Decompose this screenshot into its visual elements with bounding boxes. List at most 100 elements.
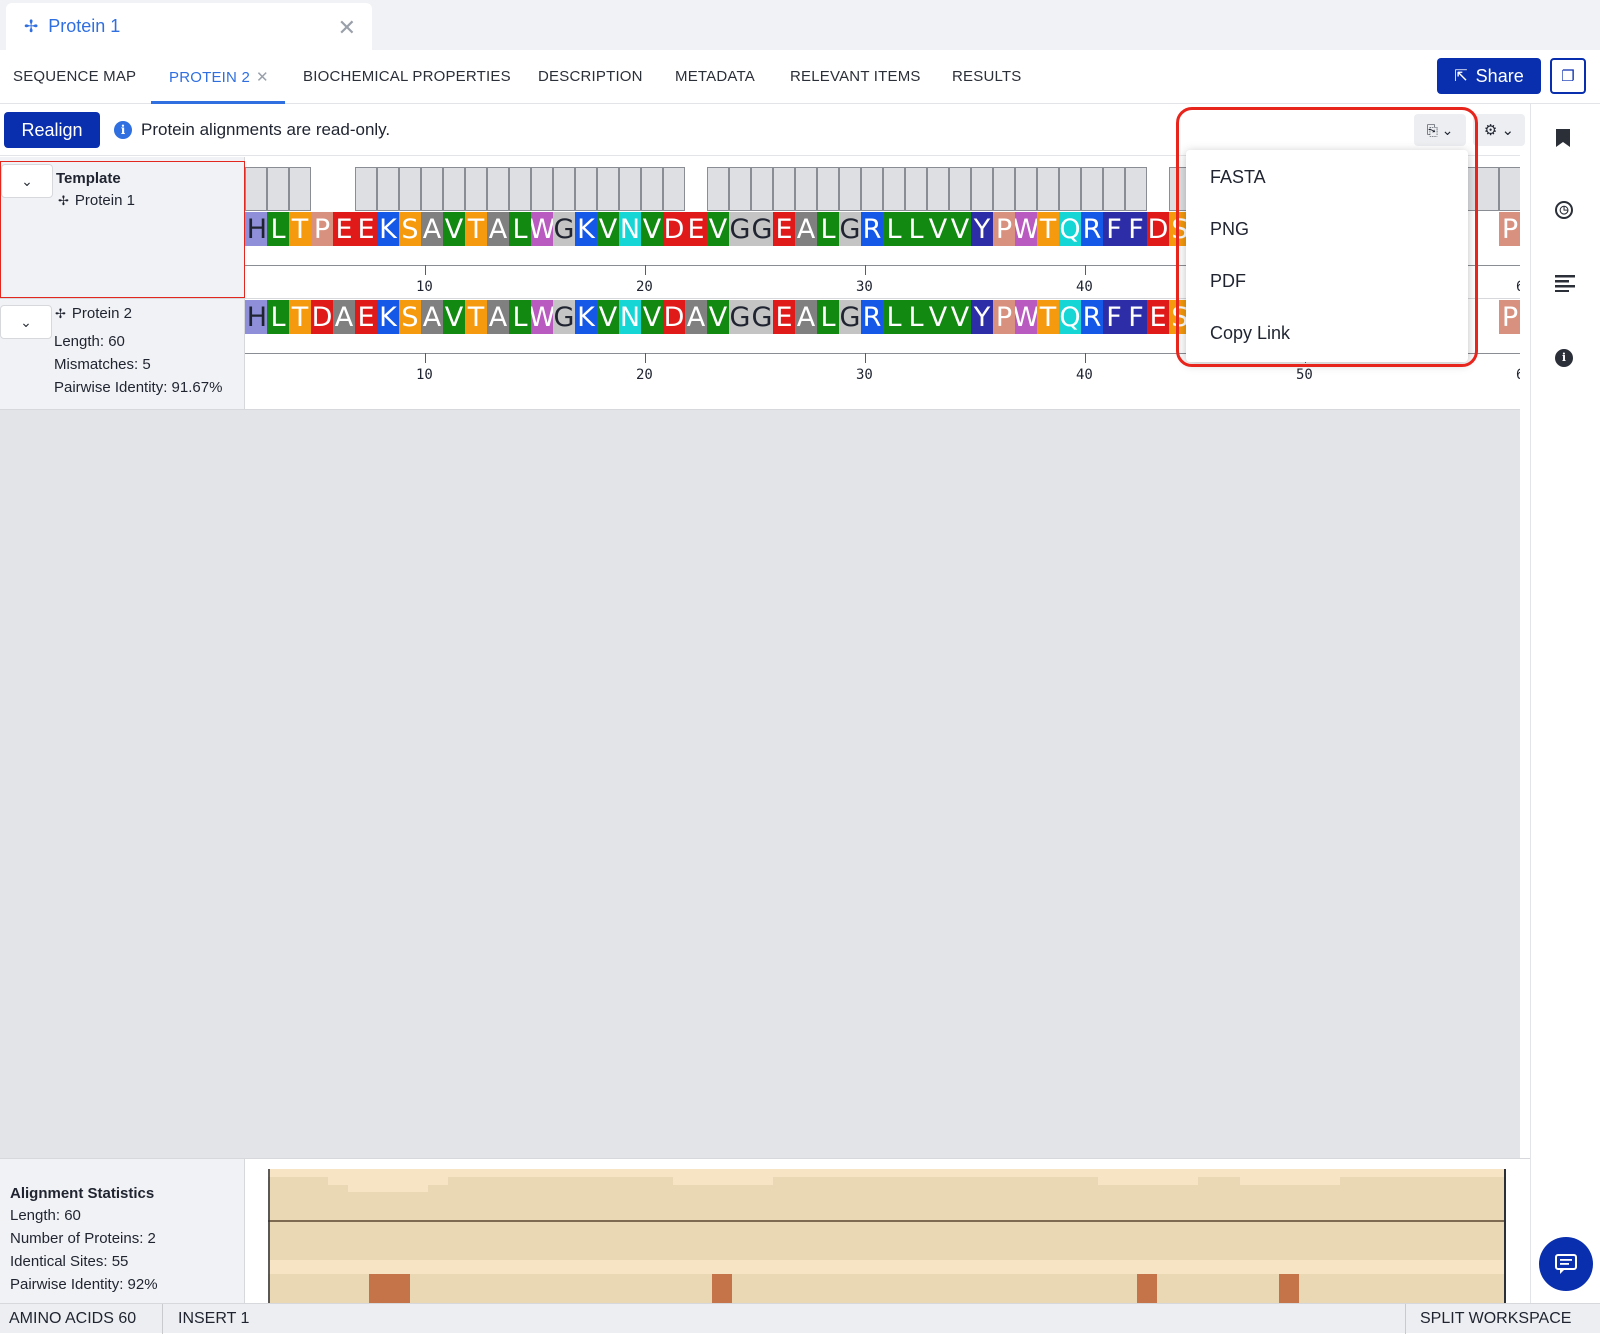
protein2-residue: L bbox=[509, 300, 531, 334]
mismatch-marker bbox=[712, 1274, 732, 1304]
info-icon[interactable]: i bbox=[1555, 349, 1573, 367]
template-protein-name: ✢ Protein 1 bbox=[58, 192, 135, 209]
template-residue: L bbox=[267, 212, 289, 246]
histogram-bar bbox=[927, 167, 949, 211]
template-residue: S bbox=[399, 212, 421, 246]
template-label-panel: ⌄ Template ✢ Protein 1 bbox=[0, 161, 245, 298]
mismatch-marker bbox=[369, 1274, 410, 1304]
protein2-length: Length: 60 bbox=[54, 333, 125, 350]
ruler-tick bbox=[645, 353, 646, 363]
template-residue: V bbox=[707, 212, 729, 246]
template-residue: G bbox=[729, 212, 751, 246]
template-heading: Template bbox=[56, 170, 121, 187]
tab-results[interactable]: RESULTS bbox=[952, 68, 1021, 85]
protein2-residue: F bbox=[1103, 300, 1125, 334]
protein-icon: ✢ bbox=[55, 306, 66, 321]
template-residue: A bbox=[487, 212, 509, 246]
template-residue: A bbox=[795, 212, 817, 246]
copy-icon: ❐ bbox=[1561, 68, 1575, 85]
protein2-residue: E bbox=[355, 300, 377, 334]
histogram-bar bbox=[1015, 167, 1037, 211]
histogram-bar bbox=[399, 167, 421, 211]
view-tabs: SEQUENCE MAP PROTEIN 2 ✕ BIOCHEMICAL PROP… bbox=[0, 50, 1600, 104]
template-residue: E bbox=[355, 212, 377, 246]
histogram-bar bbox=[509, 167, 531, 211]
close-icon[interactable]: ✕ bbox=[256, 69, 269, 86]
template-residue: V bbox=[443, 212, 465, 246]
overview-band bbox=[268, 1260, 1506, 1274]
share-button[interactable]: ⇱ Share bbox=[1437, 58, 1541, 94]
protein2-residue: G bbox=[729, 300, 751, 334]
template-residue: D bbox=[663, 212, 685, 246]
close-icon[interactable]: ✕ bbox=[338, 15, 356, 41]
tab-sequence-map[interactable]: SEQUENCE MAP bbox=[13, 68, 136, 85]
protein2-residue: V bbox=[443, 300, 465, 334]
histogram-bar bbox=[707, 167, 729, 211]
protein2-residue: K bbox=[575, 300, 597, 334]
chevron-down-icon: ⌄ bbox=[21, 172, 33, 189]
amino-acid-value: 60 bbox=[118, 1310, 137, 1327]
template-residue-hidden bbox=[1477, 212, 1499, 246]
align-left-icon[interactable] bbox=[1555, 274, 1575, 298]
histogram-bar bbox=[641, 167, 663, 211]
read-only-notice: Protein alignments are read-only. bbox=[141, 120, 391, 139]
status-bar: AMINO ACIDS 60 INSERT 1 SPLIT WORKSPACE bbox=[0, 1303, 1600, 1334]
collapse-template-button[interactable]: ⌄ bbox=[1, 164, 53, 198]
overview-band bbox=[268, 1169, 1506, 1177]
histogram-bar bbox=[377, 167, 399, 211]
copy-button[interactable]: ❐ bbox=[1550, 58, 1586, 94]
tab-biochemical-properties[interactable]: BIOCHEMICAL PROPERTIES bbox=[303, 68, 511, 85]
realign-button[interactable]: Realign bbox=[4, 112, 100, 148]
tab-metadata[interactable]: METADATA bbox=[675, 68, 755, 85]
empty-workspace bbox=[0, 410, 1520, 1158]
protein2-residue: Q bbox=[1059, 300, 1081, 334]
template-residue: W bbox=[1015, 212, 1037, 246]
histogram-bar bbox=[443, 167, 465, 211]
protein2-residue: A bbox=[487, 300, 509, 334]
history-icon[interactable]: ◷ bbox=[1555, 201, 1573, 219]
mismatch-marker bbox=[1279, 1274, 1299, 1304]
tab-relevant-items[interactable]: RELEVANT ITEMS bbox=[790, 68, 921, 85]
collapse-protein2-button[interactable]: ⌄ bbox=[0, 305, 52, 339]
settings-dropdown-button[interactable]: ⚙ ⌄ bbox=[1473, 114, 1525, 146]
template-residue: R bbox=[861, 212, 883, 246]
mismatch-marker bbox=[1137, 1274, 1157, 1304]
overview-dip bbox=[673, 1177, 773, 1185]
template-residue: F bbox=[1103, 212, 1125, 246]
template-residue: V bbox=[927, 212, 949, 246]
protein2-identity: Pairwise Identity: 91.67% bbox=[54, 379, 223, 396]
tab-protein-2[interactable]: PROTEIN 2 ✕ bbox=[169, 68, 269, 86]
histogram-gap bbox=[311, 167, 333, 211]
protein2-residue: G bbox=[553, 300, 575, 334]
histogram-bar bbox=[465, 167, 487, 211]
template-residue: T bbox=[465, 212, 487, 246]
template-residue: P bbox=[311, 212, 333, 246]
template-residue: K bbox=[575, 212, 597, 246]
ruler-tick bbox=[425, 353, 426, 363]
histogram-bar bbox=[597, 167, 619, 211]
protein2-residue: V bbox=[597, 300, 619, 334]
protein2-residue: T bbox=[289, 300, 311, 334]
histogram-bar bbox=[289, 167, 311, 211]
identity-overview-chart[interactable] bbox=[268, 1169, 1506, 1304]
ruler-label: 40 bbox=[1076, 367, 1093, 383]
split-workspace-button[interactable]: SPLIT WORKSPACE bbox=[1420, 1310, 1571, 1328]
protein2-residue: P bbox=[1499, 300, 1520, 334]
protein2-residue: E bbox=[773, 300, 795, 334]
protein2-residue: F bbox=[1125, 300, 1147, 334]
info-icon: i bbox=[114, 121, 132, 139]
ruler-label: 40 bbox=[1076, 279, 1093, 295]
tab-description[interactable]: DESCRIPTION bbox=[538, 68, 643, 85]
template-residue: H bbox=[245, 212, 267, 246]
template-residue: R bbox=[1081, 212, 1103, 246]
template-residue: L bbox=[509, 212, 531, 246]
chat-button[interactable] bbox=[1539, 1237, 1593, 1291]
template-residue: E bbox=[773, 212, 795, 246]
protein2-residue: L bbox=[817, 300, 839, 334]
ruler-label: 50 bbox=[1296, 367, 1313, 383]
bookmark-icon[interactable] bbox=[1555, 128, 1571, 154]
right-sidebar: ◷ i bbox=[1530, 104, 1600, 1304]
document-tab[interactable]: ✢ Protein 1 ✕ bbox=[6, 3, 372, 50]
amino-acid-count: AMINO ACIDS 60 bbox=[9, 1310, 136, 1328]
document-tab-bar: ✢ Protein 1 ✕ bbox=[0, 0, 1600, 50]
